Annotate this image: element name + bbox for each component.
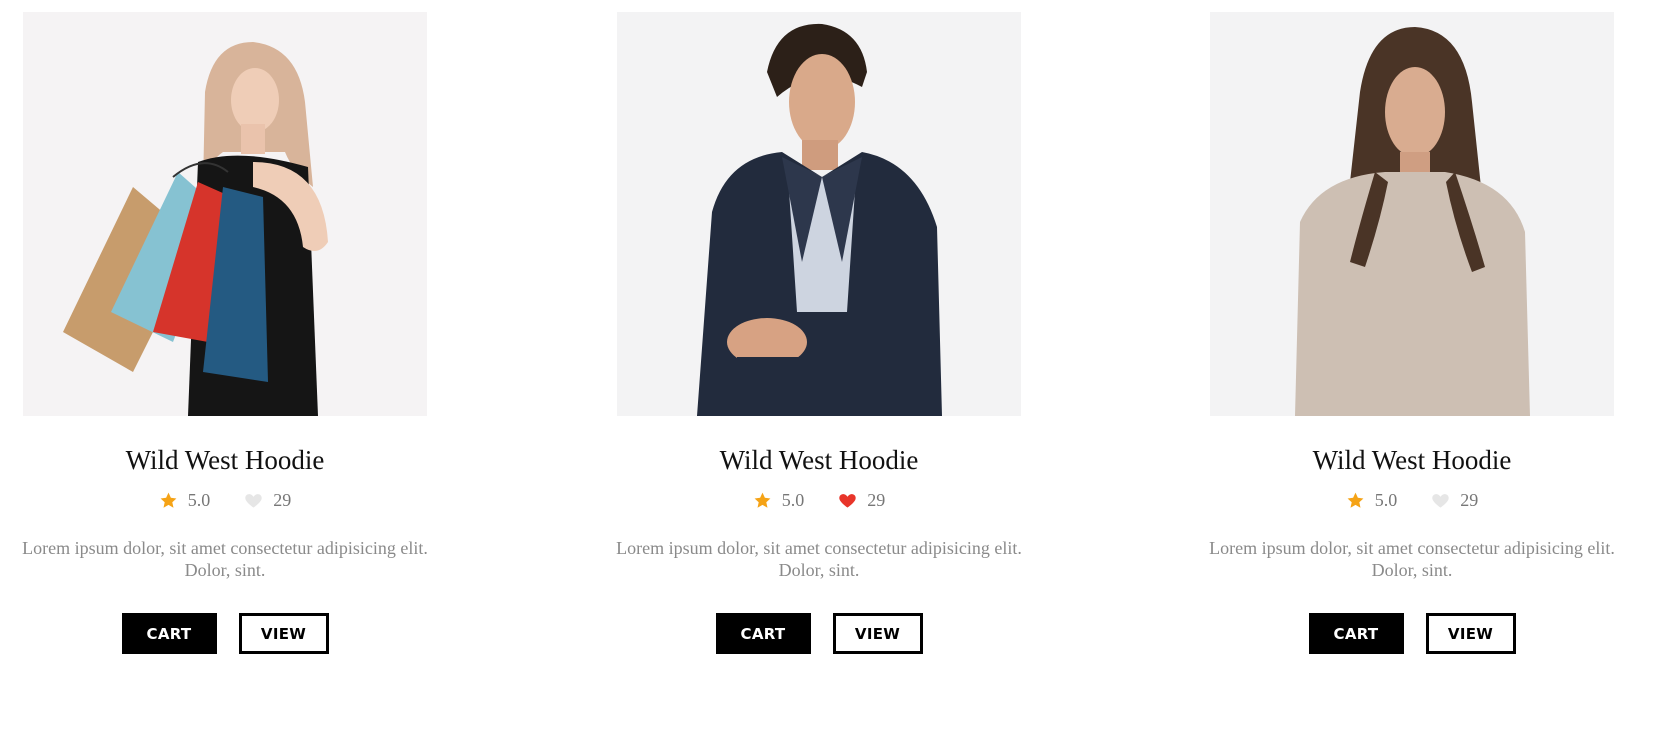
product-image[interactable]	[617, 12, 1021, 416]
likes[interactable]: 29	[838, 490, 885, 511]
view-button[interactable]: VIEW	[238, 613, 329, 654]
product-title[interactable]: Wild West Hoodie	[15, 444, 435, 476]
product-description: Lorem ipsum dolor, sit amet consectetur …	[22, 538, 428, 580]
cart-button[interactable]: CART	[1308, 613, 1404, 654]
heart-icon[interactable]	[244, 491, 263, 510]
cart-button[interactable]: CART	[121, 613, 217, 654]
star-icon	[754, 492, 771, 508]
product-description: Lorem ipsum dolor, sit amet consectetur …	[616, 538, 1022, 580]
product-image[interactable]	[23, 12, 427, 416]
likes-count: 29	[1460, 489, 1479, 510]
product-actions: CART VIEW	[15, 613, 435, 654]
product-photo-woman-shopping	[23, 12, 427, 416]
view-button[interactable]: VIEW	[832, 613, 923, 654]
product-description: Lorem ipsum dolor, sit amet consectetur …	[1209, 538, 1615, 580]
cart-button[interactable]: CART	[715, 613, 811, 654]
product-photo-woman-sweater	[1210, 12, 1614, 416]
heart-icon[interactable]	[838, 491, 857, 510]
product-grid: Wild West Hoodie 5.0 29 Lorem ipsum dolo…	[0, 0, 1659, 747]
rating: 5.0	[159, 489, 211, 511]
rating: 5.0	[753, 489, 805, 511]
product-actions: CART VIEW	[1202, 613, 1622, 654]
product-photo-man-suit	[617, 12, 1021, 416]
product-card: Wild West Hoodie 5.0 29 Lorem ipsum dolo…	[1202, 12, 1622, 654]
product-actions: CART VIEW	[609, 613, 1029, 654]
view-button[interactable]: VIEW	[1425, 613, 1516, 654]
rating-value: 5.0	[781, 489, 805, 510]
heart-icon[interactable]	[1431, 491, 1450, 510]
product-card: Wild West Hoodie 5.0 29 Lorem ipsum dolo…	[609, 12, 1029, 654]
product-card: Wild West Hoodie 5.0 29 Lorem ipsum dolo…	[15, 12, 435, 654]
product-meta: 5.0 29	[15, 488, 435, 512]
product-image[interactable]	[1210, 12, 1614, 416]
rating-value: 5.0	[187, 489, 211, 510]
product-meta: 5.0 29	[1202, 488, 1622, 512]
star-icon	[1347, 492, 1364, 508]
product-title[interactable]: Wild West Hoodie	[609, 444, 1029, 476]
likes-count: 29	[273, 489, 292, 510]
product-title[interactable]: Wild West Hoodie	[1202, 444, 1622, 476]
rating: 5.0	[1346, 489, 1398, 511]
rating-value: 5.0	[1374, 489, 1398, 510]
product-meta: 5.0 29	[609, 488, 1029, 512]
likes-count: 29	[867, 489, 886, 510]
likes[interactable]: 29	[1431, 490, 1478, 511]
likes[interactable]: 29	[244, 490, 291, 511]
star-icon	[160, 492, 177, 508]
